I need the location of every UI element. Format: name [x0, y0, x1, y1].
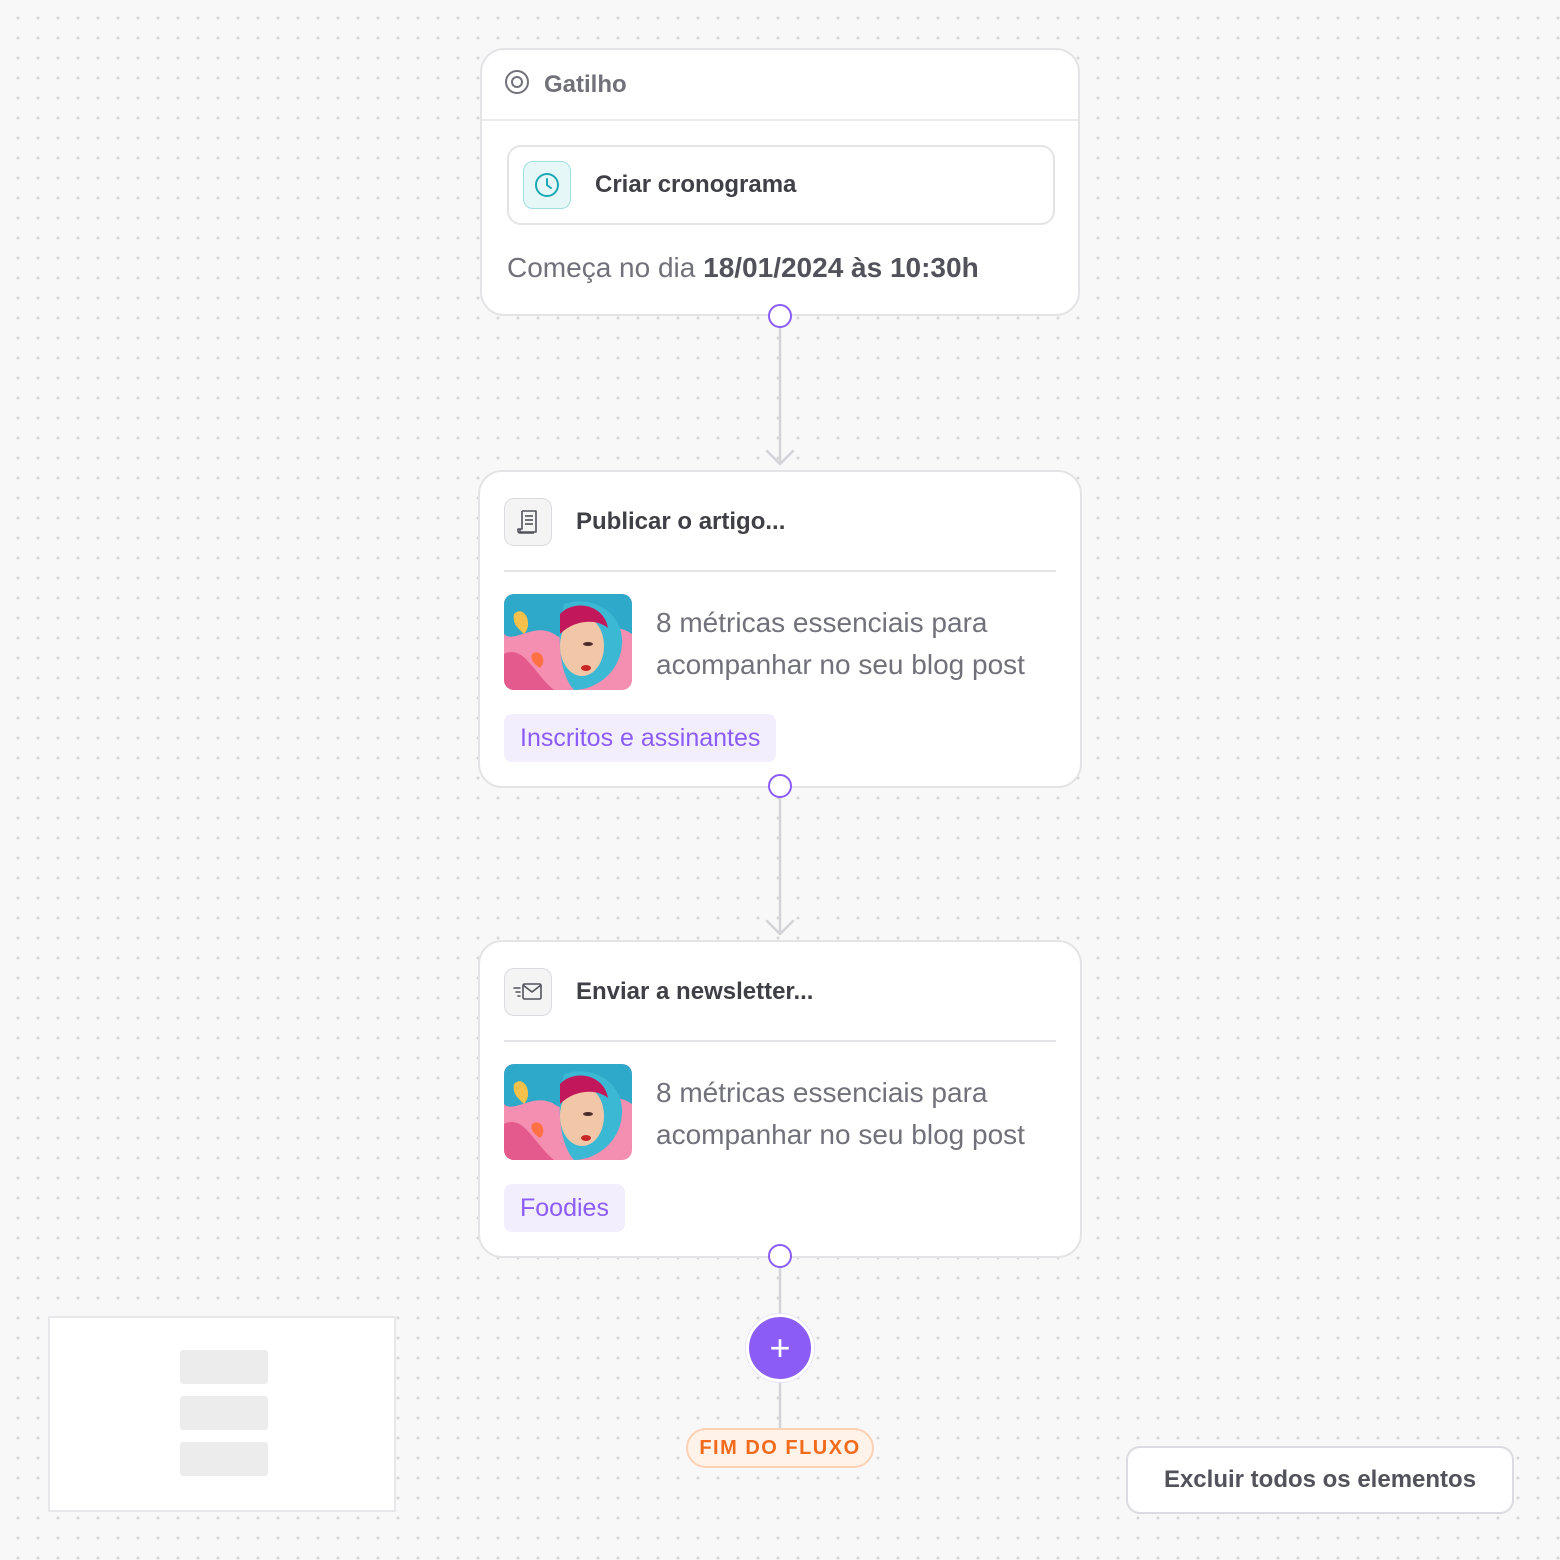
- delete-all-button[interactable]: Excluir todos os elementos: [1126, 1446, 1514, 1514]
- action-1-output-port[interactable]: [768, 774, 792, 798]
- audience-tag[interactable]: Inscritos e assinantes: [504, 714, 777, 762]
- action-header: Enviar a newsletter...: [504, 968, 813, 1016]
- minimap[interactable]: [48, 1316, 396, 1512]
- schedule-label: Criar cronograma: [595, 171, 797, 198]
- flow-end-badge: FIM DO FLUXO: [686, 1428, 874, 1468]
- action-node-publish-article[interactable]: Publicar o artigo... 8 métricas essencia…: [478, 470, 1082, 788]
- action-node-send-newsletter[interactable]: Enviar a newsletter... 8 métricas essenc…: [478, 940, 1082, 1258]
- add-step-button[interactable]: +: [746, 1314, 814, 1382]
- divider: [504, 570, 1056, 572]
- start-date-text: Começa no dia 18/01/2024 às 10:30h: [507, 252, 979, 284]
- flow-canvas[interactable]: Gatilho Criar cronograma Começa no dia 1…: [0, 0, 1560, 1560]
- schedule-option[interactable]: Criar cronograma: [507, 145, 1055, 225]
- action-title: Publicar o artigo...: [576, 508, 786, 535]
- action-2-output-port[interactable]: [768, 1244, 792, 1268]
- send-mail-icon: [504, 968, 552, 1016]
- post-thumbnail: [504, 1064, 632, 1160]
- divider: [504, 1040, 1056, 1042]
- minimap-node: [180, 1442, 268, 1476]
- trigger-header: Gatilho: [482, 50, 1078, 121]
- trigger-node[interactable]: Gatilho Criar cronograma Começa no dia 1…: [480, 48, 1080, 316]
- trigger-output-port[interactable]: [768, 304, 792, 328]
- minimap-node: [180, 1396, 268, 1430]
- post-thumbnail: [504, 594, 632, 690]
- start-date-value: 18/01/2024 às 10:30h: [703, 252, 979, 283]
- clock-icon: [523, 161, 571, 209]
- audience-tag[interactable]: Foodies: [504, 1184, 625, 1232]
- post-title: 8 métricas essenciais para acompanhar no…: [656, 607, 1025, 680]
- minimap-node: [180, 1350, 268, 1384]
- article-icon: [504, 498, 552, 546]
- start-date-prefix: Começa no dia: [507, 252, 696, 283]
- target-icon: [504, 69, 530, 100]
- action-header: Publicar o artigo...: [504, 498, 785, 546]
- trigger-title: Gatilho: [544, 70, 627, 98]
- action-title: Enviar a newsletter...: [576, 978, 814, 1005]
- post-title: 8 métricas essenciais para acompanhar no…: [656, 1077, 1025, 1150]
